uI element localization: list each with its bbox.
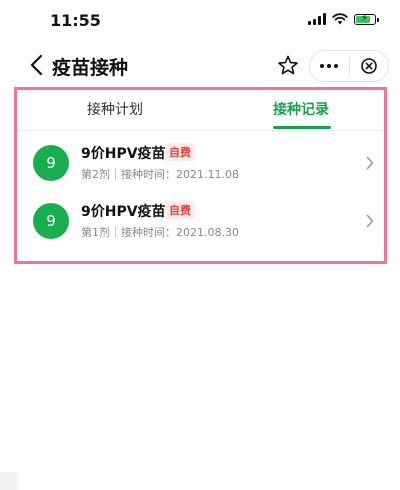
vaccine-avatar: 9 (33, 203, 69, 239)
more-button[interactable] (310, 51, 349, 81)
record-list: 9 9价HPV疫苗 自费 第2剂｜接种时间：2021.11.08 9 9价HPV… (17, 131, 384, 247)
status-badge: 自费 (165, 143, 195, 161)
charging-bolt-icon: ⚡ (361, 12, 369, 24)
status-time: 11:55 (50, 11, 101, 30)
tab-vaccination-record[interactable]: 接种记录 (273, 99, 329, 119)
status-badge: 自费 (165, 201, 195, 219)
more-dots-icon (320, 64, 339, 68)
mini-program-capsule (309, 50, 389, 82)
status-bar: 11:55 ⚡ (0, 0, 400, 42)
tab-bar: 接种计划 接种记录 (17, 90, 384, 131)
page-title: 疫苗接种 (52, 57, 129, 79)
tab-vaccination-plan[interactable]: 接种计划 (87, 99, 143, 119)
wifi-icon (332, 13, 348, 25)
vaccine-avatar: 9 (33, 145, 69, 181)
vaccine-name: 9价HPV疫苗 (81, 204, 166, 220)
list-item[interactable]: 9 9价HPV疫苗 自费 第1剂｜接种时间：2021.08.30 (17, 199, 384, 247)
back-chevron-icon[interactable] (28, 53, 46, 77)
record-meta: 第2剂｜接种时间：2021.11.08 (81, 168, 239, 181)
signal-icon (308, 13, 326, 25)
close-circle-icon (360, 58, 377, 74)
status-icons: ⚡ (308, 12, 379, 25)
nav-bar: 疫苗接种 (0, 44, 400, 88)
star-icon[interactable] (273, 51, 303, 81)
chevron-right-icon (366, 214, 374, 228)
page: 11:55 ⚡ 疫苗接种 接种计划 接种记录 9 9价HPV疫苗 自费 第2剂｜… (0, 0, 400, 490)
list-item[interactable]: 9 9价HPV疫苗 自费 第2剂｜接种时间：2021.11.08 (17, 141, 384, 189)
close-button[interactable] (349, 51, 388, 81)
vaccine-name: 9价HPV疫苗 (81, 146, 166, 162)
bottom-corner-shade (0, 472, 18, 490)
active-tab-indicator (273, 126, 331, 129)
record-meta: 第1剂｜接种时间：2021.08.30 (81, 226, 239, 239)
chevron-right-icon (366, 156, 374, 170)
vaccination-card: 接种计划 接种记录 9 9价HPV疫苗 自费 第2剂｜接种时间：2021.11.… (14, 87, 387, 264)
battery-icon: ⚡ (354, 12, 379, 25)
